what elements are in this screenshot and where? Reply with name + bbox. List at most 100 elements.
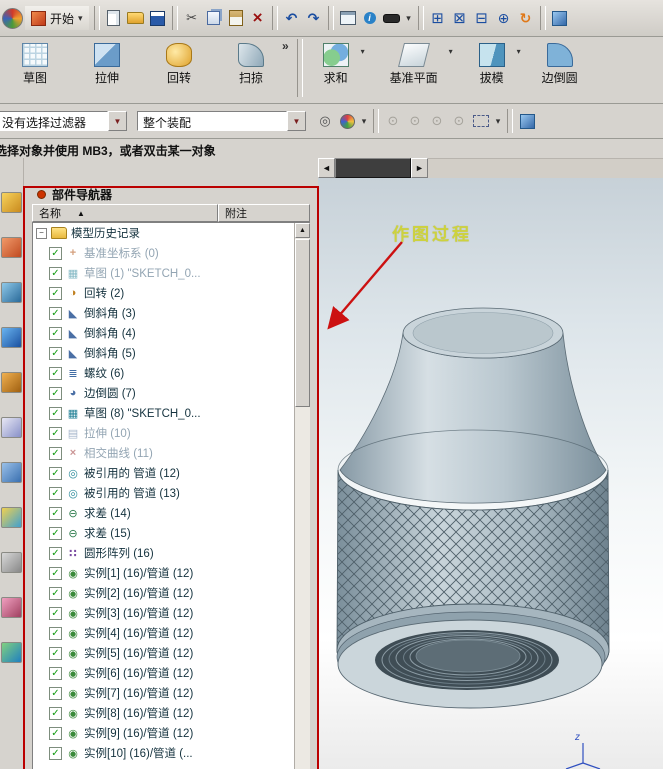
tree-row[interactable]: 实例[6] (16)/管道 (12)	[33, 663, 310, 683]
history-tab[interactable]	[1, 417, 22, 438]
tree-row[interactable]: 拉伸 (10)	[33, 423, 310, 443]
tree-row[interactable]: 螺纹 (6)	[33, 363, 310, 383]
column-header-note[interactable]: 附注	[218, 204, 310, 222]
snap-center-icon[interactable]	[448, 111, 470, 132]
start-menu-button[interactable]: 开始	[25, 6, 89, 30]
process-studio-tab[interactable]	[1, 552, 22, 573]
tree-row[interactable]: 实例[8] (16)/管道 (12)	[33, 703, 310, 723]
checkbox-icon[interactable]	[49, 526, 62, 540]
scroll-right-icon[interactable]: ►	[411, 158, 428, 178]
system-scenes-tab[interactable]	[1, 642, 22, 663]
checkbox-icon[interactable]	[49, 286, 62, 300]
checkbox-icon[interactable]	[49, 506, 62, 520]
checkbox-icon[interactable]	[49, 646, 62, 660]
tree-row[interactable]: 倒斜角 (5)	[33, 343, 310, 363]
scrollbar-thumb[interactable]	[295, 239, 310, 407]
edge-blend-button[interactable]: 边倒圆	[531, 39, 589, 99]
palette-tab[interactable]	[1, 507, 22, 528]
checkbox-icon[interactable]	[49, 426, 62, 440]
part-navigator-tab[interactable]	[1, 282, 22, 303]
display-mode-icon[interactable]	[381, 8, 403, 29]
sort-ascending-icon[interactable]: ▲	[77, 209, 85, 218]
checkbox-icon[interactable]	[49, 586, 62, 600]
datum-plane-button[interactable]: 基准平面	[375, 39, 453, 99]
scrollbar-thumb[interactable]	[335, 158, 411, 178]
tree-row[interactable]: 边倒圆 (7)	[33, 383, 310, 403]
tree-row[interactable]: 实例[7] (16)/管道 (12)	[33, 683, 310, 703]
paste-icon[interactable]	[225, 8, 247, 29]
marquee-select-icon[interactable]	[470, 111, 492, 132]
tree-row[interactable]: 实例[4] (16)/管道 (12)	[33, 623, 310, 643]
checkbox-icon[interactable]	[49, 706, 62, 720]
tree-row[interactable]: 基准坐标系 (0)	[33, 243, 310, 263]
checkbox-icon[interactable]	[49, 326, 62, 340]
tree-row[interactable]: 相交曲线 (11)	[33, 443, 310, 463]
tree-row[interactable]: 倒斜角 (4)	[33, 323, 310, 343]
sweep-button[interactable]: 扫掠	[222, 39, 280, 99]
find-in-view-icon[interactable]	[314, 111, 336, 132]
constraint-navigator-tab[interactable]	[1, 237, 22, 258]
tree-row[interactable]: 草图 (1) "SKETCH_0...	[33, 263, 310, 283]
assembly-navigator-tab[interactable]	[1, 192, 22, 213]
tree-row[interactable]: 实例[10] (16)/管道 (...	[33, 743, 310, 763]
system-materials-tab[interactable]	[1, 462, 22, 483]
checkbox-icon[interactable]	[49, 726, 62, 740]
scroll-up-icon[interactable]: ▲	[295, 223, 310, 238]
sketch-button[interactable]: 草图	[6, 39, 64, 99]
fit-view-icon[interactable]	[427, 8, 449, 29]
checkbox-icon[interactable]	[49, 306, 62, 320]
checkbox-icon[interactable]	[49, 366, 62, 380]
checkbox-icon[interactable]	[49, 686, 62, 700]
checkbox-icon[interactable]	[49, 266, 62, 280]
checkbox-icon[interactable]	[49, 546, 62, 560]
save-icon[interactable]	[147, 8, 169, 29]
scroll-left-icon[interactable]: ◄	[318, 158, 335, 178]
redo-icon[interactable]	[303, 8, 325, 29]
roles-tab[interactable]	[1, 597, 22, 618]
graphics-canvas[interactable]: z 作图过程	[318, 178, 663, 769]
tree-row[interactable]: 回转 (2)	[33, 283, 310, 303]
snap-endpoint-icon[interactable]	[404, 111, 426, 132]
unite-button[interactable]: 求和	[307, 39, 365, 99]
work-view-icon[interactable]	[516, 111, 538, 132]
color-palette-icon[interactable]	[336, 111, 358, 132]
selection-scope-combo[interactable]: 整个装配	[137, 111, 306, 131]
delete-icon[interactable]	[247, 8, 269, 29]
copy-icon[interactable]	[203, 8, 225, 29]
undo-icon[interactable]	[281, 8, 303, 29]
checkbox-icon[interactable]	[49, 466, 62, 480]
cut-icon[interactable]	[181, 8, 203, 29]
open-icon[interactable]	[125, 8, 147, 29]
tree-row[interactable]: 实例[3] (16)/管道 (12)	[33, 603, 310, 623]
zoom-icon[interactable]	[493, 8, 515, 29]
navigator-vertical-scrollbar[interactable]: ▲	[294, 223, 310, 769]
pan-view-icon[interactable]	[471, 8, 493, 29]
checkbox-icon[interactable]	[49, 566, 62, 580]
internet-browser-tab[interactable]	[1, 327, 22, 348]
menu-dropdown-icon[interactable]	[403, 8, 415, 29]
reuse-library-tab[interactable]	[1, 372, 22, 393]
toolbar-overflow-chevron[interactable]: »	[282, 39, 289, 53]
tree-row[interactable]: 实例[2] (16)/管道 (12)	[33, 583, 310, 603]
column-header-name[interactable]: 名称 ▲	[32, 204, 218, 222]
tree-row[interactable]: 实例[1] (16)/管道 (12)	[33, 563, 310, 583]
marquee-dropdown-icon[interactable]	[492, 111, 504, 132]
selection-filter-combo[interactable]: 没有选择过滤器	[0, 111, 127, 131]
checkbox-icon[interactable]	[49, 626, 62, 640]
tree-row[interactable]: 实例[9] (16)/管道 (12)	[33, 723, 310, 743]
extrude-button[interactable]: 拉伸	[78, 39, 136, 99]
snap-point-icon[interactable]	[382, 111, 404, 132]
collapse-caret-icon[interactable]	[36, 227, 47, 239]
model-3d[interactable]	[336, 307, 610, 709]
draft-button[interactable]: 拔模	[463, 39, 521, 99]
tree-row[interactable]: 实例[5] (16)/管道 (12)	[33, 643, 310, 663]
shaded-view-icon[interactable]	[549, 8, 571, 29]
revolve-button[interactable]: 回转	[150, 39, 208, 99]
model-3d-canvas[interactable]: z	[318, 178, 663, 769]
tree-row[interactable]: 草图 (8) "SKETCH_0...	[33, 403, 310, 423]
checkbox-icon[interactable]	[49, 346, 62, 360]
checkbox-icon[interactable]	[49, 386, 62, 400]
new-file-icon[interactable]	[103, 8, 125, 29]
snap-midpoint-icon[interactable]	[426, 111, 448, 132]
palette-dropdown-icon[interactable]	[358, 111, 370, 132]
